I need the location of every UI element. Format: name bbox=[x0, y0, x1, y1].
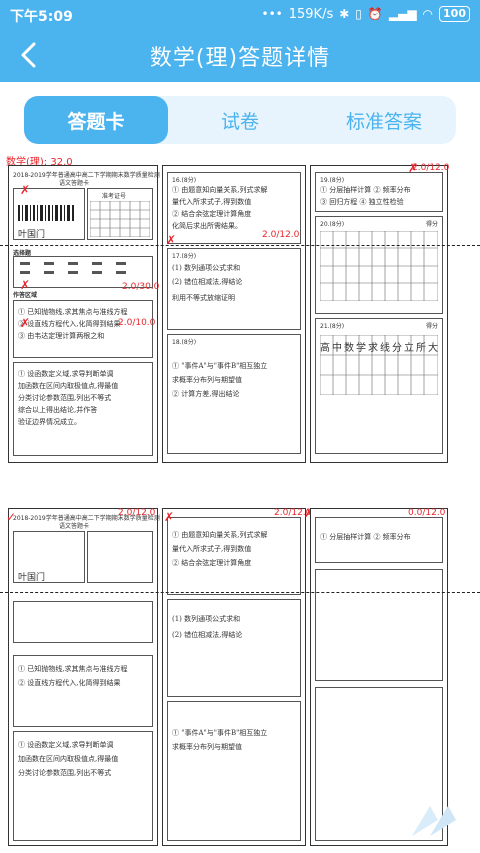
card-subtitle: 语文答题卡 bbox=[59, 180, 90, 187]
status-time: 下午5:09 bbox=[10, 9, 73, 25]
answer-box-15: ① 由题意知向量关系,列式求解 量代入所求式子,得到数值 ② 结合余弦定理计算角… bbox=[167, 517, 301, 595]
answer-box-14: ① 设函数定义域,求导判断单调 加函数在区间内取极值点,得最值 分类讨论参数范围… bbox=[13, 731, 153, 841]
tab-paper[interactable]: 试卷 bbox=[168, 96, 312, 144]
answer-box-18: ① "事件A"与"事件B"相互独立 求概率分布列与期望值 bbox=[167, 701, 301, 841]
card-page-middle: 16.(8分) ① 由题意知向量关系,列式求解 量代入所求式子,得到数值 ② 结… bbox=[162, 165, 306, 463]
wifi-icon: ◠ bbox=[422, 7, 434, 21]
choice-bubbles bbox=[13, 601, 153, 643]
fold-line bbox=[0, 592, 480, 593]
logo-watermark-icon bbox=[412, 806, 456, 836]
score-choice: 2.0/30.0 bbox=[122, 282, 160, 292]
bubble-grid-icon bbox=[90, 201, 150, 237]
exam-number-box bbox=[87, 531, 153, 583]
answer-sheet-2: 2018-2019学年普通高中高二下学期期末数学质量检测 语文答题卡 叶国门 ①… bbox=[0, 500, 480, 850]
answer-box-13: ① 已知抛物线,求其焦点与准线方程 ② 设直线方程代入,化简得到结果 ③ 由韦达… bbox=[13, 300, 153, 358]
student-name: 叶国门 bbox=[18, 573, 46, 583]
network-speed: 159K/s bbox=[288, 6, 334, 22]
card-page-right: 19.(8分) ① 分层抽样计算 ② 频率分布 ③ 回归方程 ④ 独立性检验 2… bbox=[310, 165, 448, 463]
wrong-mark-icon: ✗ bbox=[164, 510, 175, 524]
status-bar: 下午5:09 ••• 159K/s ✱ ▯ ⏰ ▂▄▆ ◠ 100 bbox=[0, 0, 480, 30]
wrong-mark-icon: ✗ bbox=[20, 183, 31, 197]
vibrate-icon: ▯ bbox=[355, 7, 362, 21]
score-q16: 2.0/12.0 bbox=[262, 230, 300, 240]
score-left: 2.0/12.0 bbox=[118, 508, 156, 518]
app-bar: 数学(理)答题详情 bbox=[0, 30, 480, 82]
score-right: 0.0/12.0 bbox=[408, 508, 446, 518]
wrong-mark-icon: ✗ bbox=[408, 161, 419, 175]
answer-sheet-1: 数学(理): 32.0 2018-2019学年普通高中高二下学期期末数学质量检测… bbox=[0, 153, 480, 473]
wrong-mark-icon: ✗ bbox=[20, 278, 31, 292]
barcode-area: 叶国门 bbox=[13, 531, 85, 583]
exam-number-box: 准考证号 bbox=[87, 188, 153, 240]
answer-box-21: 21.(8分) 得分 高中数学求线分立所大法程 bbox=[315, 318, 443, 454]
student-name: 叶国门 bbox=[18, 230, 46, 240]
card-page-right: ① 分层抽样计算 ② 频率分布 bbox=[310, 508, 448, 846]
alarm-icon: ⏰ bbox=[367, 7, 383, 21]
card-subtitle: 语文答题卡 bbox=[59, 523, 90, 530]
tab-standard-answer[interactable]: 标准答案 bbox=[312, 96, 456, 144]
choice-grid-icon bbox=[20, 262, 126, 274]
tab-bar: 答题卡 试卷 标准答案 bbox=[24, 96, 456, 144]
fold-line bbox=[0, 245, 480, 246]
answer-box-17: (1) 数列通项公式求和 (2) 错位相减法,得结论 bbox=[167, 599, 301, 697]
answer-box-14: ① 设函数定义域,求导判断单调 加函数在区间内取极值点,得最值 分类讨论参数范围… bbox=[13, 362, 153, 456]
signal-icon: ▂▄▆ bbox=[388, 7, 417, 21]
score-fill: 2.0/10.0 bbox=[118, 318, 156, 328]
status-icons: ••• 159K/s ✱ ▯ ⏰ ▂▄▆ ◠ 100 bbox=[261, 6, 470, 22]
battery-icon: 100 bbox=[439, 6, 470, 22]
writing-grid-icon bbox=[320, 335, 438, 395]
barcode-icon bbox=[18, 205, 74, 221]
answer-box-20: 20.(8分) 得分 bbox=[315, 216, 443, 314]
card-page-left: 2018-2019学年普通高中高二下学期期末数学质量检测 语文答题卡 叶国门 ①… bbox=[8, 508, 160, 846]
check-mark-icon: ✓ bbox=[6, 510, 17, 524]
answer-box-18: 18.(8分) ① "事件A"与"事件B"相互独立 求概率分布列与期望值 ② 计… bbox=[167, 334, 301, 454]
dots-icon: ••• bbox=[261, 7, 283, 21]
answer-box-17: 17.(8分) (1) 数列通项公式求和 (2) 错位相减法,得结论 利用不等式… bbox=[167, 248, 301, 330]
answer-box-19: ① 分层抽样计算 ② 频率分布 bbox=[315, 517, 443, 563]
tab-answer-card[interactable]: 答题卡 bbox=[24, 96, 168, 144]
writing-grid-icon bbox=[320, 231, 438, 301]
answer-box-13: ① 已知抛物线,求其焦点与准线方程 ② 设直线方程代入,化简得到结果 bbox=[13, 655, 153, 727]
page-title: 数学(理)答题详情 bbox=[149, 46, 331, 71]
exam-number-label: 准考证号 bbox=[102, 193, 127, 200]
bluetooth-icon: ✱ bbox=[339, 7, 350, 21]
card-page-left: 2018-2019学年普通高中高二下学期期末数学质量检测 语文答题卡 叶国门 准… bbox=[8, 165, 160, 463]
card-page-middle: ① 由题意知向量关系,列式求解 量代入所求式子,得到数值 ② 结合余弦定理计算角… bbox=[162, 508, 306, 846]
answer-box-20 bbox=[315, 569, 443, 681]
wrong-mark-icon: ✗ bbox=[20, 316, 31, 330]
answer-box-19: 19.(8分) ① 分层抽样计算 ② 频率分布 ③ 回归方程 ④ 独立性检验 bbox=[315, 172, 443, 212]
